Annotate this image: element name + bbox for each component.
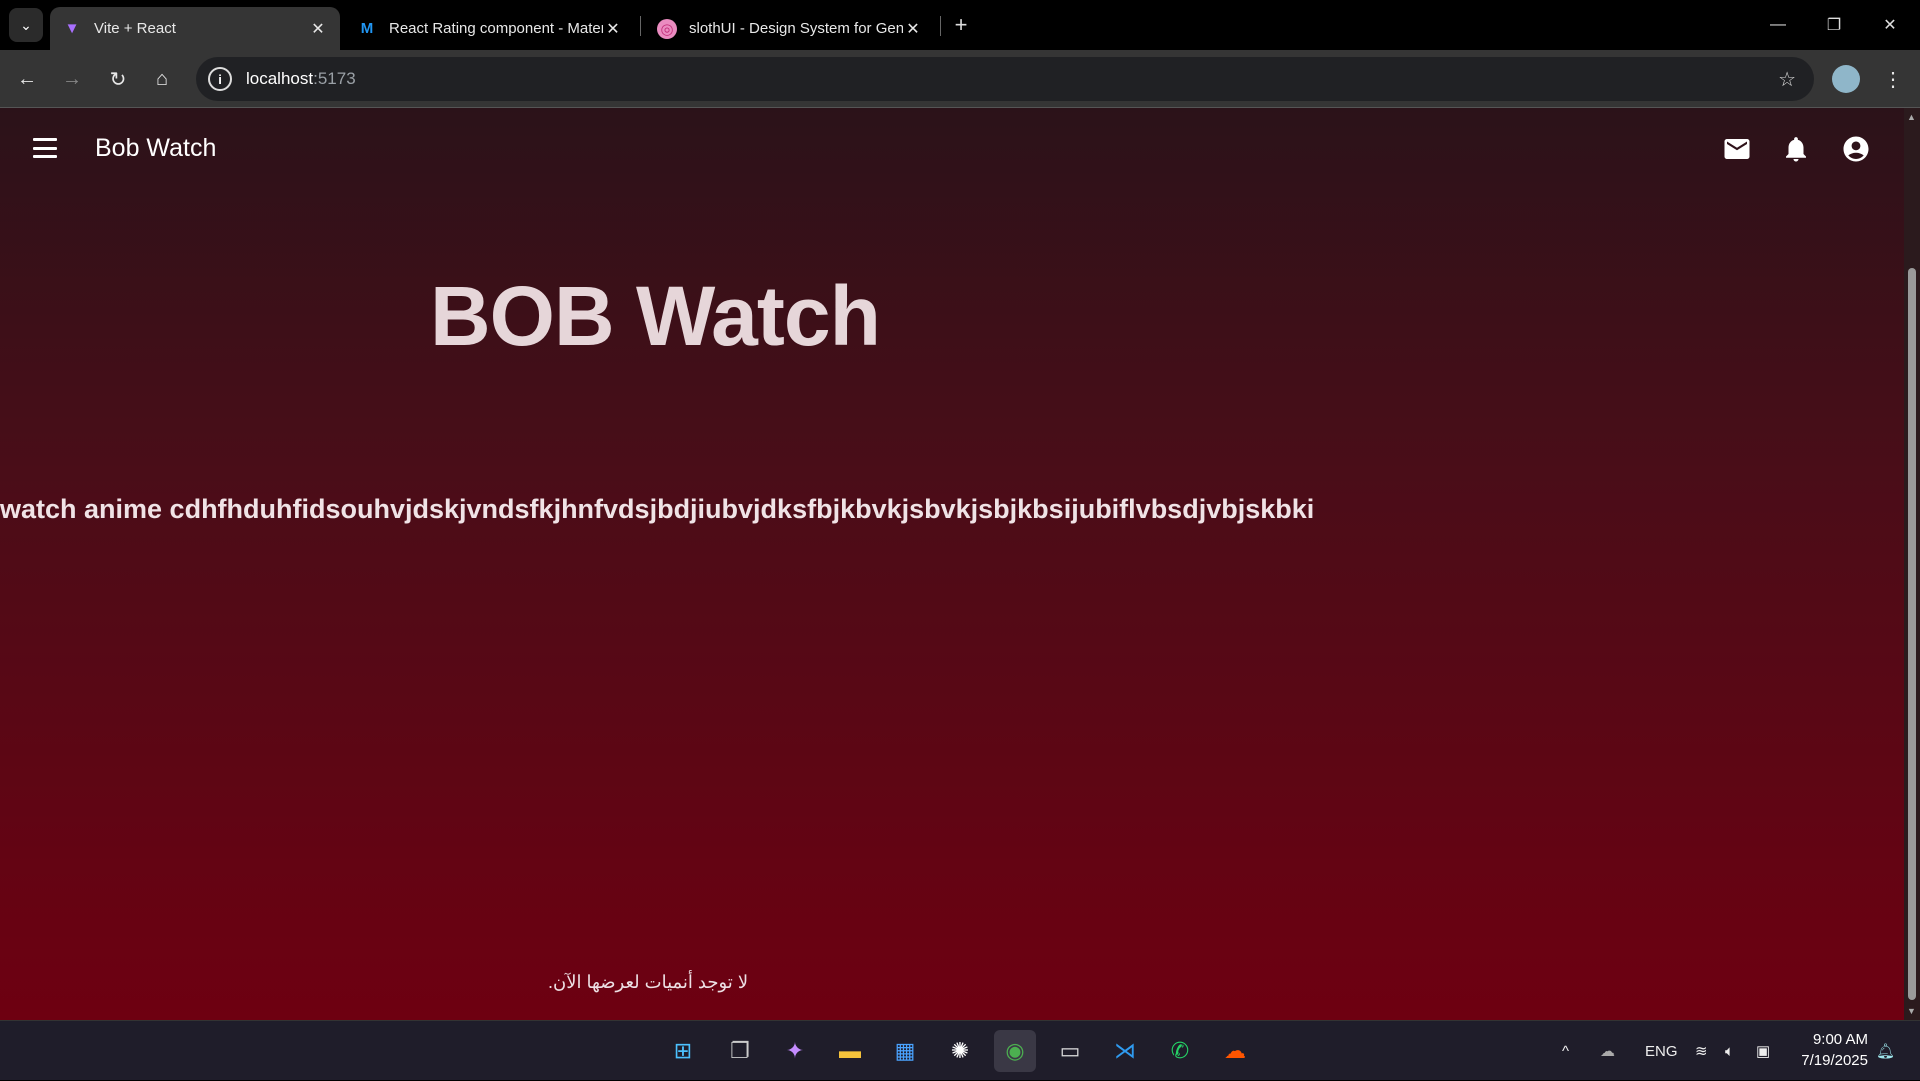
bookmark-star-icon[interactable]: ☆: [1778, 67, 1796, 92]
notification-bell-icon[interactable]: 🔔︎: [1876, 1021, 1895, 1081]
tab-slothui[interactable]: ◎ slothUI - Design System for Generative…: [645, 7, 935, 50]
file-explorer-icon[interactable]: ▬: [829, 1030, 871, 1072]
minimize-button[interactable]: —: [1750, 0, 1806, 50]
restore-icon: ❐: [1826, 17, 1842, 34]
reload-button[interactable]: ↻: [103, 64, 133, 94]
app-bar: Bob Watch: [0, 108, 1904, 190]
menu-icon[interactable]: [33, 138, 57, 158]
back-button[interactable]: ←: [12, 64, 42, 94]
address-bar[interactable]: i localhost:5173 ☆: [196, 57, 1814, 101]
menu-button[interactable]: ⋮: [1878, 64, 1908, 94]
vite-icon: ▼: [64, 20, 80, 37]
empty-state-message: لا توجد أنميات لعرضها الآن.: [548, 972, 749, 992]
home-icon: ⌂: [155, 67, 169, 90]
scrollbar[interactable]: ▲ ▼: [1904, 108, 1920, 1020]
address-toolbar: ← → ↻ ⌂ i localhost:5173 ☆ ⋮: [0, 50, 1920, 108]
clock[interactable]: 9:00 AM 7/19/2025: [1801, 1029, 1868, 1071]
windows-start-icon[interactable]: ⊞: [662, 1030, 704, 1072]
more-vert-icon: ⋮: [1883, 68, 1903, 91]
new-tab-button[interactable]: +: [944, 0, 978, 50]
terminal-icon[interactable]: ▭: [1049, 1030, 1091, 1072]
forward-button[interactable]: →: [57, 64, 87, 94]
vscode-icon[interactable]: ⋊: [1104, 1030, 1146, 1072]
mail-icon[interactable]: [1722, 134, 1752, 164]
close-icon[interactable]: ✕: [308, 19, 328, 39]
show-hidden-icons-button[interactable]: ^: [1562, 1021, 1569, 1081]
account-circle-icon[interactable]: [1841, 134, 1871, 164]
reload-icon: ↻: [109, 68, 127, 91]
tab-search-button[interactable]: ⌄: [9, 8, 43, 42]
tab-divider: [640, 16, 641, 36]
dribbble-icon: ◎: [657, 18, 677, 39]
home-button[interactable]: ⌂: [147, 64, 177, 94]
date: 7/19/2025: [1801, 1052, 1868, 1069]
tab-title: Vite + React: [94, 20, 176, 37]
url-port: :5173: [313, 69, 356, 88]
close-window-button[interactable]: ✕: [1862, 0, 1918, 50]
chatgpt-icon[interactable]: ✺: [939, 1030, 981, 1072]
notifications-icon[interactable]: [1781, 134, 1811, 164]
app-brand: Bob Watch: [95, 134, 217, 162]
onedrive-offline-icon[interactable]: ☁: [1600, 1021, 1615, 1081]
chevron-up-icon: ^: [1562, 1042, 1570, 1060]
tab-vite-react[interactable]: ▼ Vite + React ✕: [50, 7, 340, 50]
scroll-up-icon[interactable]: ▲: [1907, 112, 1916, 122]
volume-icon[interactable]: 🔈︎: [1725, 1021, 1734, 1081]
profile-avatar[interactable]: [1832, 65, 1860, 93]
restore-button[interactable]: ❐: [1806, 0, 1862, 50]
wifi-icon[interactable]: ≋: [1695, 1021, 1708, 1081]
tab-divider: [940, 16, 941, 36]
task-view-icon[interactable]: ❐: [719, 1030, 761, 1072]
info-icon[interactable]: i: [208, 67, 232, 91]
page-title: BOB Watch: [430, 269, 881, 363]
tab-title: React Rating component - Material UI: [389, 20, 603, 37]
time: 9:00 AM: [1812, 1031, 1868, 1048]
close-icon[interactable]: ✕: [603, 19, 623, 39]
soundcloud-icon[interactable]: ☁: [1214, 1030, 1256, 1072]
scroll-down-icon[interactable]: ▼: [1907, 1006, 1916, 1016]
microsoft-store-icon[interactable]: ▦: [884, 1030, 926, 1072]
page: Bob Watch BOB Watch watch anime cdhfhduh…: [0, 108, 1904, 1020]
scrollbar-thumb[interactable]: [1908, 268, 1916, 1000]
arrow-right-icon: →: [62, 67, 82, 90]
battery-saver-icon[interactable]: ▣: [1756, 1021, 1770, 1081]
chrome-icon[interactable]: ◉: [994, 1030, 1036, 1072]
close-icon[interactable]: ✕: [903, 19, 923, 39]
page-description: watch anime cdhfhduhfidsouhvjdskjvndsfkj…: [0, 494, 1315, 524]
tab-strip: ⌄ ▼ Vite + React ✕ M React Rating compon…: [0, 0, 1920, 50]
plus-icon: +: [954, 12, 968, 37]
minimize-icon: —: [1770, 16, 1786, 33]
chevron-down-icon: ⌄: [20, 16, 32, 33]
close-icon: ✕: [1883, 17, 1897, 34]
language-indicator[interactable]: ENG: [1645, 1021, 1678, 1081]
tab-title: slothUI - Design System for Generative A…: [689, 20, 903, 37]
copilot-icon[interactable]: ✦: [774, 1030, 816, 1072]
tab-react-rating[interactable]: M React Rating component - Material UI ✕: [345, 7, 635, 50]
taskbar: ⊞ ❐ ✦ ▬ ▦ ✺ ◉ ▭ ⋊ ✆ ☁ ^ ☁ ENG ≋ 🔈︎ ▣ 9:0…: [0, 1020, 1920, 1080]
mui-icon: M: [360, 20, 374, 37]
url-host: localhost: [246, 69, 314, 88]
whatsapp-icon[interactable]: ✆: [1159, 1030, 1201, 1072]
arrow-left-icon: ←: [17, 67, 37, 90]
